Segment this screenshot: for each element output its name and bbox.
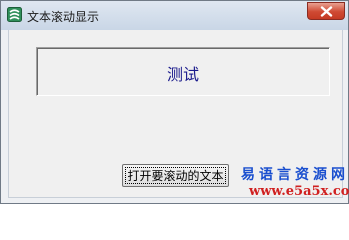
close-button[interactable] (307, 2, 345, 20)
close-icon (320, 6, 333, 17)
watermark-site-name: 易语言资源网 (241, 167, 349, 183)
watermark-logo: 易语言资源网 www.e5a5x.com (235, 164, 349, 204)
main-window: 文本滚动显示 测试 打开要滚动的文本 易语言资源网 www.e5a5x.com (0, 0, 349, 204)
title-bar[interactable]: 文本滚动显示 (1, 1, 348, 30)
scroll-display-panel: 测试 (36, 47, 330, 96)
window-title: 文本滚动显示 (27, 10, 100, 24)
open-scroll-text-button[interactable]: 打开要滚动的文本 (122, 164, 229, 187)
app-logo-icon (7, 7, 22, 22)
client-area: 测试 打开要滚动的文本 易语言资源网 www.e5a5x.com (8, 30, 349, 199)
scroll-text: 测试 (166, 65, 199, 84)
watermark-url: www.e5a5x.com (249, 184, 349, 199)
